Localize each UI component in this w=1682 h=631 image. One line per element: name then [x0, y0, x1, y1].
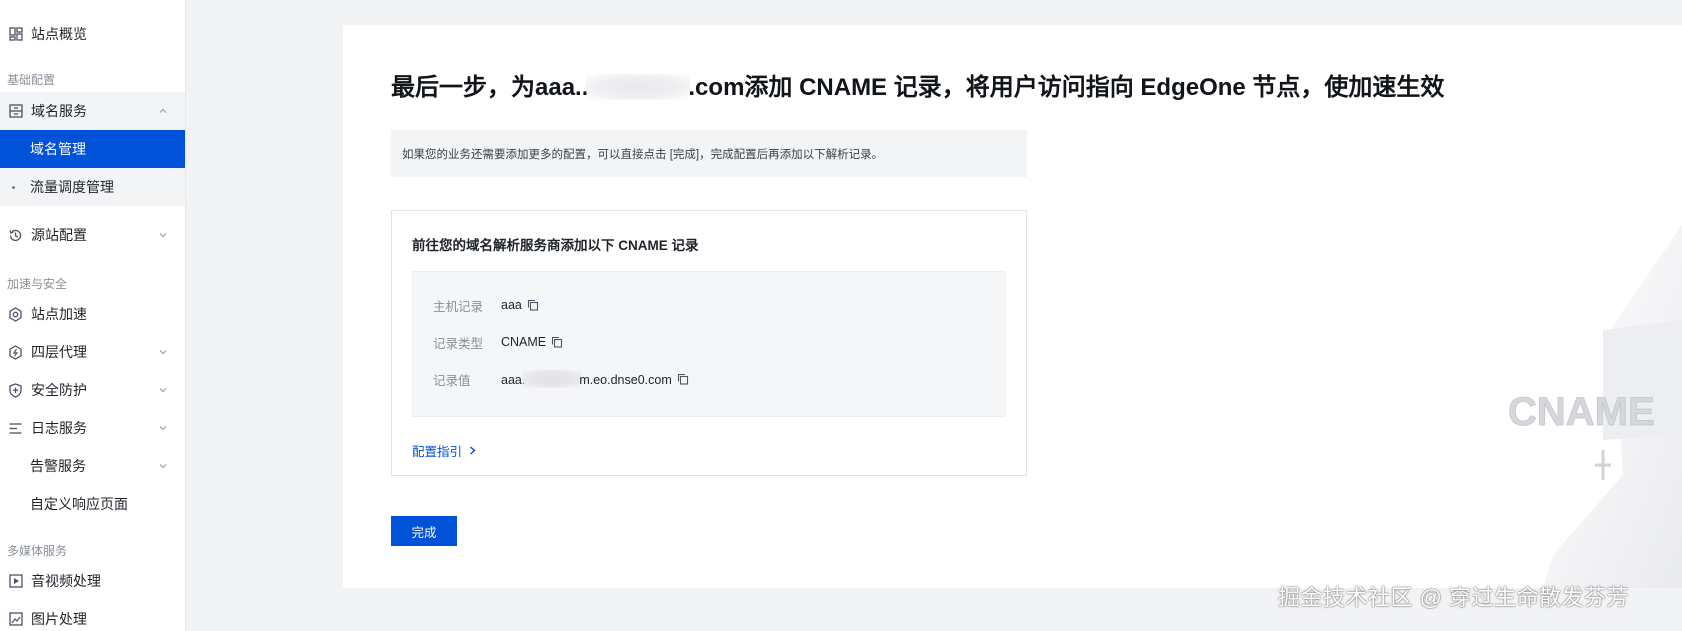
sidebar-item-label: 域名服务: [31, 103, 87, 119]
record-value-suffix: m.eo.dnse0.com: [579, 373, 672, 387]
record-row-type: 记录类型 CNAME: [433, 333, 563, 351]
record-row-value: 记录值 aaa. m.eo.dnse0.com: [433, 370, 689, 388]
record-box: 主机记录 aaa 记录类型 CNAME 记录值 aaa. m.eo.dnse0.c…: [412, 271, 1006, 417]
panel-title: 前往您的域名解析服务商添加以下 CNAME 记录: [412, 238, 699, 253]
sidebar-item-domain-manage[interactable]: 域名管理: [0, 130, 185, 168]
site-accel-icon: [8, 306, 23, 322]
sidebar-item-label: 音视频处理: [31, 573, 101, 589]
sidebar-item-label: 图片处理: [31, 611, 87, 627]
sidebar-item-image-process[interactable]: 图片处理: [0, 600, 185, 631]
record-value: aaa. m.eo.dnse0.com: [501, 370, 672, 388]
page-title: 最后一步，为aaa.. .com添加 CNAME 记录，将用户访问指向 EdgeO…: [391, 67, 1444, 102]
copy-icon[interactable]: [527, 299, 539, 311]
record-type-value: CNAME: [501, 335, 547, 349]
sidebar-item-site-accel[interactable]: 站点加速: [0, 295, 185, 333]
sidebar-item-traffic-schedule[interactable]: 流量调度管理: [0, 168, 185, 206]
sidebar-item-label: 安全防护: [31, 382, 87, 398]
record-type-label: 记录类型: [433, 336, 484, 351]
title-text-start: 最后一步，为aaa..: [391, 74, 589, 101]
log-icon: [8, 421, 23, 436]
chevron-down-icon[interactable]: [159, 462, 167, 470]
shield-icon: [8, 382, 23, 398]
sidebar-item-label: 源站配置: [31, 227, 87, 243]
copy-icon[interactable]: [677, 373, 689, 385]
sidebar-item-av-process[interactable]: 音视频处理: [0, 562, 185, 600]
redacted-value-blur: [522, 370, 583, 388]
chevron-down-icon[interactable]: [159, 424, 167, 432]
sidebar-item-log-service[interactable]: 日志服务: [0, 409, 185, 447]
title-text-end: .com添加 CNAME 记录，将用户访问指向 EdgeOne 节点，使加速生效: [688, 74, 1445, 101]
main-content-card: 最后一步，为aaa.. .com添加 CNAME 记录，将用户访问指向 EdgeO…: [343, 25, 1682, 588]
copy-icon[interactable]: [551, 336, 563, 348]
image-icon: [8, 612, 23, 627]
sidebar-group-media: 多媒体服务: [7, 544, 68, 558]
sidebar: 站点概览 基础配置 域名服务 域名管理 流量调度管理 源站配置 加速与安全 站点…: [0, 0, 186, 631]
sidebar-item-security[interactable]: 安全防护: [0, 371, 185, 409]
chevron-down-icon[interactable]: [159, 231, 167, 239]
media-icon: [8, 574, 23, 589]
sidebar-item-label: 日志服务: [31, 420, 87, 436]
sidebar-item-origin-config[interactable]: 源站配置: [0, 216, 185, 254]
redacted-domain-blur: [586, 74, 691, 100]
domain-icon: [8, 104, 23, 119]
cname-record-panel: 前往您的域名解析服务商添加以下 CNAME 记录 主机记录 aaa 记录类型 C…: [391, 210, 1027, 476]
sidebar-item-domain-service[interactable]: 域名服务: [0, 92, 185, 130]
sidebar-group-basic: 基础配置: [7, 73, 56, 87]
sidebar-item-label: 流量调度管理: [30, 179, 114, 195]
notice-banner: 如果您的业务还需要添加更多的配置，可以直接点击 [完成]，完成配置后再添加以下解…: [391, 130, 1027, 177]
done-button[interactable]: 完成: [391, 516, 457, 546]
sidebar-item-l4-proxy[interactable]: 四层代理: [0, 333, 185, 371]
record-value-label: 记录值: [433, 373, 471, 388]
host-record-label: 主机记录: [433, 299, 484, 314]
watermark-text: 掘金技术社区 @ 穿过生命散发芬芳: [1278, 585, 1630, 610]
dashboard-icon: [8, 27, 23, 42]
host-record-value: aaa: [501, 298, 522, 312]
sidebar-item-label: 站点概览: [31, 26, 87, 42]
sidebar-item-custom-page[interactable]: 自定义响应页面: [0, 485, 185, 523]
proxy-icon: [8, 344, 23, 360]
record-row-host: 主机记录 aaa: [433, 296, 539, 314]
sidebar-item-label: 域名管理: [30, 141, 86, 157]
chevron-up-icon[interactable]: [159, 107, 167, 115]
chevron-down-icon[interactable]: [159, 348, 167, 356]
sidebar-item-label: 告警服务: [30, 458, 86, 474]
config-guide-link[interactable]: 配置指引: [412, 441, 477, 460]
notice-text: 如果您的业务还需要添加更多的配置，可以直接点击 [完成]，完成配置后再添加以下解…: [402, 148, 884, 161]
illustration-text: CNAME: [1508, 390, 1655, 434]
sidebar-group-accel-security: 加速与安全: [7, 277, 68, 291]
history-icon: [8, 228, 23, 243]
chevron-right-icon: [470, 446, 476, 455]
chevron-down-icon[interactable]: [159, 386, 167, 394]
bullet-dot: [12, 185, 15, 189]
sidebar-item-label: 四层代理: [31, 344, 87, 360]
sidebar-item-overview[interactable]: 站点概览: [0, 15, 185, 53]
sidebar-item-label: 自定义响应页面: [30, 496, 128, 512]
guide-link-label: 配置指引: [412, 445, 463, 459]
sidebar-item-alarm-service[interactable]: 告警服务: [0, 447, 185, 485]
sidebar-item-label: 站点加速: [31, 306, 87, 322]
cname-illustration: CNAME: [1508, 225, 1682, 588]
